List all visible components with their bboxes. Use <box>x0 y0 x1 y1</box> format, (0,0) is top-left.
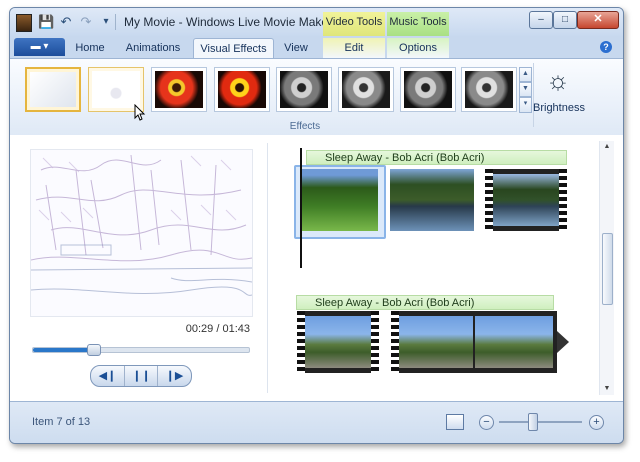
quick-access-dropdown-icon[interactable]: ▾ <box>98 14 114 30</box>
app-window: 💾 ↶ ↷ ▾ My Movie - Windows Live Movie Ma… <box>9 7 624 444</box>
save-icon[interactable]: 💾 <box>38 14 54 30</box>
music-track-label-2[interactable]: Sleep Away - Bob Acri (Bob Acri) <box>296 295 554 310</box>
pane-splitter[interactable] <box>267 143 268 393</box>
gallery-more-button[interactable]: ▾ <box>519 97 532 113</box>
seek-bar-progress <box>33 348 94 352</box>
music-tools-context-label: Music Tools <box>387 12 449 36</box>
maximize-button[interactable]: □ <box>553 11 577 29</box>
clip-continues-arrow-icon <box>557 331 569 353</box>
tab-animations[interactable]: Animations <box>118 38 188 58</box>
undo-icon[interactable]: ↶ <box>58 14 74 30</box>
tab-edit[interactable]: Edit <box>323 38 385 58</box>
clip-2-thumbnail <box>390 169 474 231</box>
effect-none-thumbnail[interactable] <box>25 67 81 112</box>
video-preview[interactable] <box>30 149 253 317</box>
title-bar: 💾 ↶ ↷ ▾ My Movie - Windows Live Movie Ma… <box>10 8 623 36</box>
film-strip-right <box>559 169 567 231</box>
main-area: 00:29 / 01:43 ◀❙ ❙❙ ❙▶ Sleep Away - Bob … <box>10 135 623 401</box>
effect-preview-5 <box>280 71 328 108</box>
playback-time: 00:29 / 01:43 <box>185 323 250 335</box>
ribbon-visual-effects: ▲ ▼ ▾ ☼ Brightness Effects <box>10 58 623 136</box>
seek-bar[interactable] <box>32 344 250 356</box>
tab-home[interactable]: Home <box>70 38 110 58</box>
clip-5-thumbnail-a <box>399 316 473 368</box>
video-clip-1[interactable] <box>300 169 378 231</box>
effect-preview-7 <box>404 71 452 108</box>
effect-thumbnail-8[interactable] <box>461 67 517 112</box>
zoom-in-button[interactable]: + <box>589 415 604 430</box>
gallery-scroll-down-button[interactable]: ▼ <box>519 82 532 97</box>
playhead[interactable] <box>300 148 302 268</box>
music-track-label[interactable]: Sleep Away - Bob Acri (Bob Acri) <box>306 150 567 165</box>
scroll-up-icon[interactable]: ▲ <box>600 141 614 153</box>
sketch-effect-preview-image <box>31 150 252 316</box>
zoom-slider-thumb[interactable] <box>528 413 539 431</box>
scroll-down-icon[interactable]: ▼ <box>600 383 614 395</box>
window-title: My Movie - Windows Live Movie Maker <box>124 15 333 29</box>
zoom-out-button[interactable]: − <box>479 415 494 430</box>
storyboard-scrollbar[interactable]: ▲ ▼ <box>599 141 614 395</box>
effect-preview-4 <box>218 71 266 108</box>
effect-none-preview <box>30 72 76 107</box>
minimize-button[interactable]: – <box>529 11 553 29</box>
effect-thumbnail-7[interactable] <box>400 67 456 112</box>
video-clip-5[interactable] <box>391 311 557 373</box>
film-strip-left <box>391 311 399 373</box>
effect-thumbnail-3[interactable] <box>151 67 207 112</box>
film-strip-left <box>485 169 493 231</box>
next-frame-button[interactable]: ❙▶ <box>157 366 191 386</box>
clip-4-thumbnail <box>305 316 371 368</box>
tab-view[interactable]: View <box>276 38 316 58</box>
item-count: Item 7 of 13 <box>32 416 91 428</box>
playback-controls: ◀❙ ❙❙ ❙▶ <box>90 365 192 387</box>
tab-options[interactable]: Options <box>387 38 449 58</box>
close-button[interactable]: ✕ <box>577 11 619 29</box>
previous-frame-button[interactable]: ◀❙ <box>91 366 124 386</box>
ribbon-tabs: ▬ ▾ Home Animations Visual Effects View … <box>10 36 623 59</box>
video-clip-4[interactable] <box>297 311 379 373</box>
film-strip-left <box>297 311 305 373</box>
effects-group-label: Effects <box>289 121 321 132</box>
movie-maker-app-icon[interactable] <box>16 14 32 32</box>
thumbnail-size-icon[interactable] <box>446 414 464 430</box>
effect-thumbnail-5[interactable] <box>276 67 332 112</box>
clip-3-thumbnail <box>493 174 559 226</box>
status-bar: Item 7 of 13 − + <box>10 401 623 443</box>
help-icon[interactable]: ? <box>600 41 612 53</box>
mouse-pointer-icon <box>134 104 146 121</box>
effect-thumbnail-4[interactable] <box>214 67 270 112</box>
seek-bar-thumb[interactable] <box>87 344 102 356</box>
redo-icon[interactable]: ↷ <box>78 14 94 30</box>
effect-preview-3 <box>155 71 203 108</box>
clip-5-thumbnail-b <box>475 316 553 368</box>
scrollbar-thumb[interactable] <box>602 233 613 305</box>
effect-thumbnail-6[interactable] <box>338 67 394 112</box>
gallery-scroll-up-button[interactable]: ▲ <box>519 67 532 82</box>
application-menu-button[interactable]: ▬ ▾ <box>14 38 65 56</box>
brightness-icon[interactable]: ☼ <box>543 65 573 95</box>
video-clip-2[interactable] <box>390 169 474 231</box>
pause-button[interactable]: ❙❙ <box>124 366 158 386</box>
tab-visual-effects[interactable]: Visual Effects <box>193 38 274 59</box>
quick-access-separator <box>115 14 116 30</box>
effect-preview-8 <box>465 71 513 108</box>
effect-sketch-preview <box>92 71 140 108</box>
video-clip-3[interactable] <box>485 169 567 231</box>
clip-1-thumbnail <box>300 169 378 231</box>
zoom-slider-track[interactable] <box>499 421 582 423</box>
film-strip-right <box>371 311 379 373</box>
effect-preview-6 <box>342 71 390 108</box>
ribbon-separator <box>533 63 534 127</box>
video-tools-context-label: Video Tools <box>323 12 385 36</box>
brightness-button-label[interactable]: Brightness <box>532 102 586 114</box>
